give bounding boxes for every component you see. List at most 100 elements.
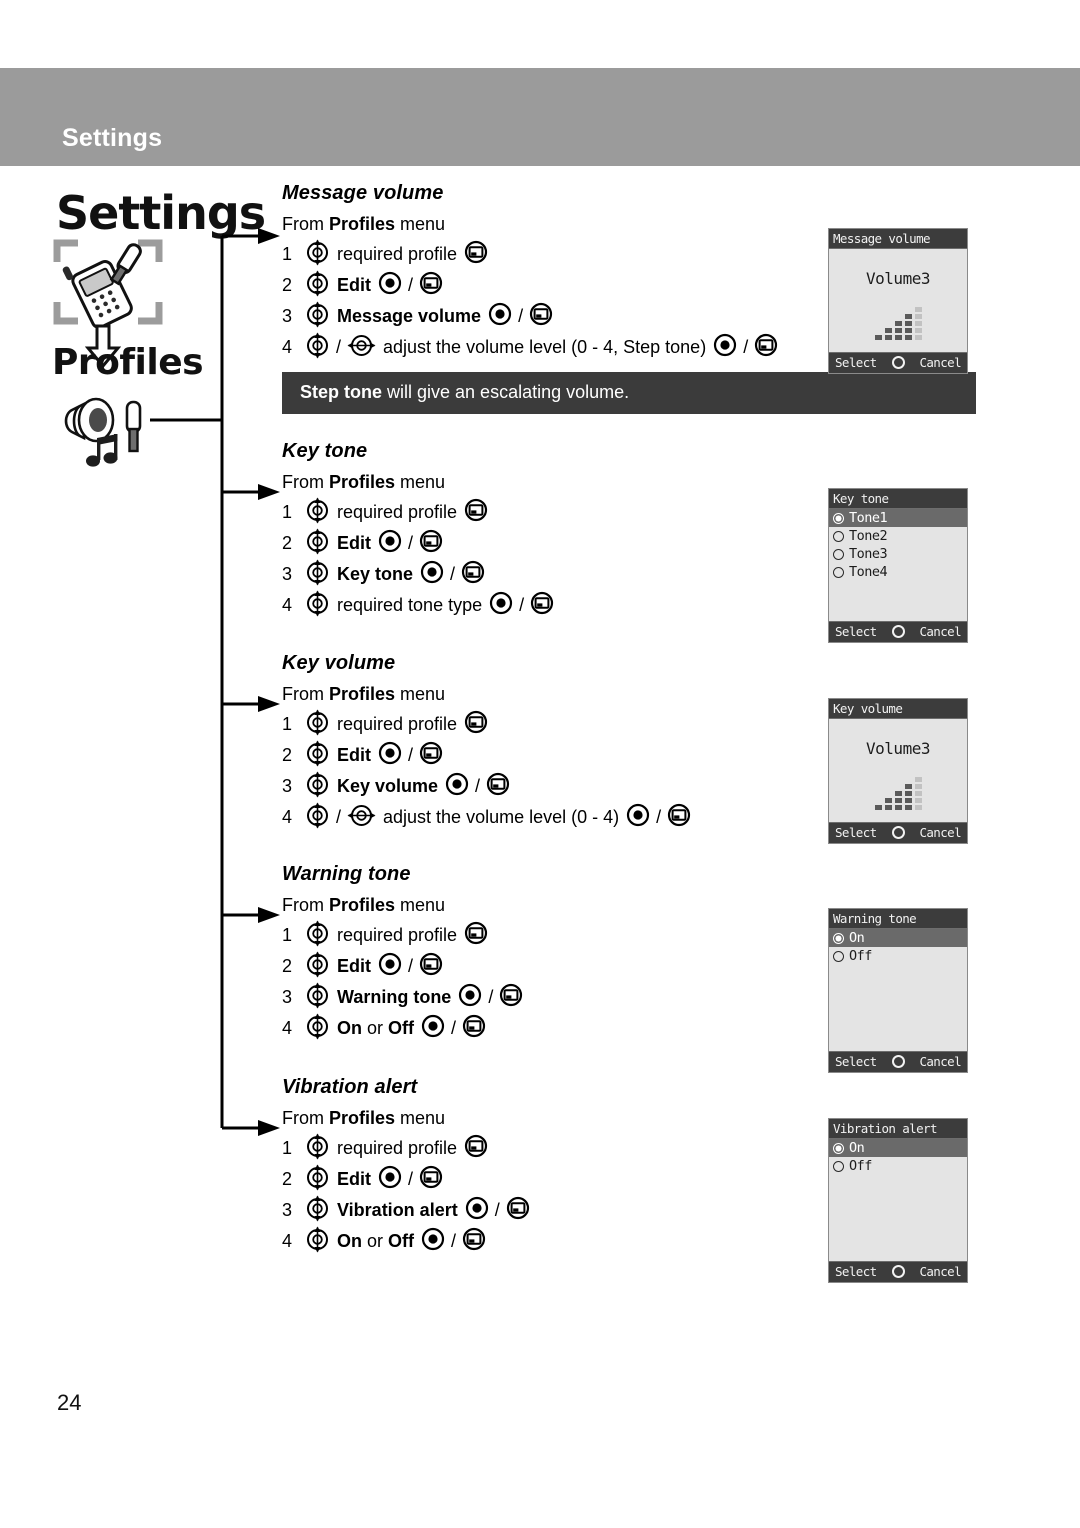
- separator-slash: /: [408, 533, 414, 553]
- separator-slash: /: [519, 595, 525, 615]
- select-key-icon: [488, 302, 512, 331]
- soft-key-icon: [462, 1227, 486, 1256]
- radio-icon: [833, 530, 844, 542]
- step-number: 1: [282, 1138, 293, 1158]
- screen-softkey-bar: Select Cancel: [829, 621, 967, 642]
- select-key-icon: [626, 803, 650, 832]
- step-text: Edit: [337, 745, 371, 765]
- separator-slash: /: [408, 275, 414, 295]
- step-row: 3 Key tone /: [282, 559, 556, 590]
- volume-bar-column: [874, 335, 882, 340]
- separator-slash: /: [450, 564, 456, 584]
- select-key-icon: [713, 333, 737, 362]
- nav-updown-key-icon: [305, 920, 330, 952]
- screen-option-row[interactable]: Tone1: [829, 509, 967, 527]
- step-row: 2 Edit /: [282, 1164, 532, 1195]
- select-key-icon: [378, 271, 402, 300]
- ok-dot-icon[interactable]: [891, 826, 905, 839]
- screen-option-row[interactable]: Tone2: [829, 527, 967, 545]
- softkey-right-label[interactable]: Cancel: [919, 355, 961, 370]
- nav-updown-key-icon: [305, 982, 330, 1014]
- step-text: adjust the volume level (0 - 4, Step ton…: [383, 337, 707, 357]
- soft-key-icon: [529, 302, 553, 331]
- nav-updown-key-icon: [305, 1133, 330, 1165]
- nav-updown-key-icon: [305, 270, 330, 302]
- ok-dot-icon[interactable]: [891, 1055, 905, 1068]
- ok-dot-icon[interactable]: [891, 1265, 905, 1278]
- phone-screen-illustration: Warning tone On Off Select Cancel: [828, 908, 968, 1073]
- nav-updown-key-icon: [305, 590, 330, 622]
- select-key-icon: [378, 1165, 402, 1194]
- separator-slash: /: [408, 956, 414, 976]
- step-number: 2: [282, 956, 293, 976]
- step-text: Message volume: [337, 306, 482, 326]
- separator-slash: /: [451, 1231, 457, 1251]
- separator-slash: /: [451, 1018, 457, 1038]
- softkey-left-label[interactable]: Select: [835, 624, 877, 639]
- softkey-right-label[interactable]: Cancel: [919, 624, 961, 639]
- soft-key-icon: [530, 591, 554, 620]
- instruction-block: Vibration alert From Profiles menu 1 requi…: [282, 1076, 532, 1257]
- volume-bar-column: [884, 798, 892, 810]
- step-text: required profile: [337, 502, 458, 522]
- phone-screen-illustration: Vibration alert On Off Select Cancel: [828, 1118, 968, 1283]
- option-label: Off: [849, 948, 872, 964]
- step-list: 1 required profile 2 Edit / 3 Warning to…: [282, 920, 525, 1044]
- screen-option-row[interactable]: Tone3: [829, 545, 967, 563]
- volume-value-label: Volume3: [866, 269, 930, 288]
- separator-slash: /: [656, 807, 662, 827]
- step-number: 2: [282, 275, 293, 295]
- softkey-right-label[interactable]: Cancel: [919, 1264, 961, 1279]
- nav-updown-key-icon: [305, 1164, 330, 1196]
- nav-updown-key-icon: [305, 559, 330, 591]
- screen-option-row[interactable]: On: [829, 1139, 967, 1157]
- screen-option-row[interactable]: On: [829, 929, 967, 947]
- screen-option-row[interactable]: Tone4: [829, 563, 967, 581]
- volume-bar-column: [904, 314, 912, 340]
- step-text: Key tone: [337, 564, 414, 584]
- screen-title-bar: Message volume: [829, 229, 967, 249]
- block-heading: Message volume: [282, 182, 444, 204]
- step-row: 3 Warning tone /: [282, 982, 525, 1013]
- step-number: 2: [282, 745, 293, 765]
- softkey-left-label[interactable]: Select: [835, 1054, 877, 1069]
- step-text: Edit: [337, 956, 371, 976]
- softkey-left-label[interactable]: Select: [835, 1264, 877, 1279]
- select-key-icon: [445, 772, 469, 801]
- nav-updown-key-icon: [305, 802, 330, 834]
- softkey-right-label[interactable]: Cancel: [919, 825, 961, 840]
- softkey-right-label[interactable]: Cancel: [919, 1054, 961, 1069]
- step-text: required profile: [337, 714, 458, 734]
- nav-updown-key-icon: [305, 951, 330, 983]
- from-menu-line: From Profiles menu: [282, 472, 446, 492]
- softkey-left-label[interactable]: Select: [835, 355, 877, 370]
- from-menu-line: From Profiles menu: [282, 1108, 446, 1128]
- volume-value-label: Volume3: [866, 739, 930, 758]
- nav-updown-key-icon: [305, 1195, 330, 1227]
- screen-option-row[interactable]: Off: [829, 947, 967, 965]
- ok-dot-icon[interactable]: [891, 625, 905, 638]
- screen-title-bar: Warning tone: [829, 909, 967, 929]
- step-text: Edit: [337, 1169, 371, 1189]
- step-row: 1 required profile: [282, 497, 556, 528]
- ok-dot-icon[interactable]: [891, 356, 905, 369]
- soft-key-icon: [464, 921, 488, 950]
- step-row: 4 / adjust the volume level (0 - 4) /: [282, 802, 693, 833]
- step-number: 4: [282, 1231, 293, 1251]
- screen-body: Volume3: [829, 719, 967, 822]
- instruction-block: Warning tone From Profiles menu 1 required…: [282, 863, 525, 1044]
- select-key-icon: [378, 952, 402, 981]
- screen-title-bar: Key volume: [829, 699, 967, 719]
- section-title: Profiles: [52, 342, 204, 383]
- soft-key-icon: [419, 952, 443, 981]
- from-menu-line: From Profiles menu: [282, 895, 446, 915]
- step-row: 2 Edit /: [282, 740, 693, 771]
- step-number: 1: [282, 714, 293, 734]
- screen-option-row[interactable]: Off: [829, 1157, 967, 1175]
- step-text: Edit: [337, 275, 371, 295]
- radio-icon: [833, 932, 844, 944]
- step-list: 1 required profile 2 Edit / 3 Vibration …: [282, 1133, 532, 1257]
- softkey-left-label[interactable]: Select: [835, 825, 877, 840]
- step-text: Key volume: [337, 776, 439, 796]
- step-row: 3 Key volume /: [282, 771, 693, 802]
